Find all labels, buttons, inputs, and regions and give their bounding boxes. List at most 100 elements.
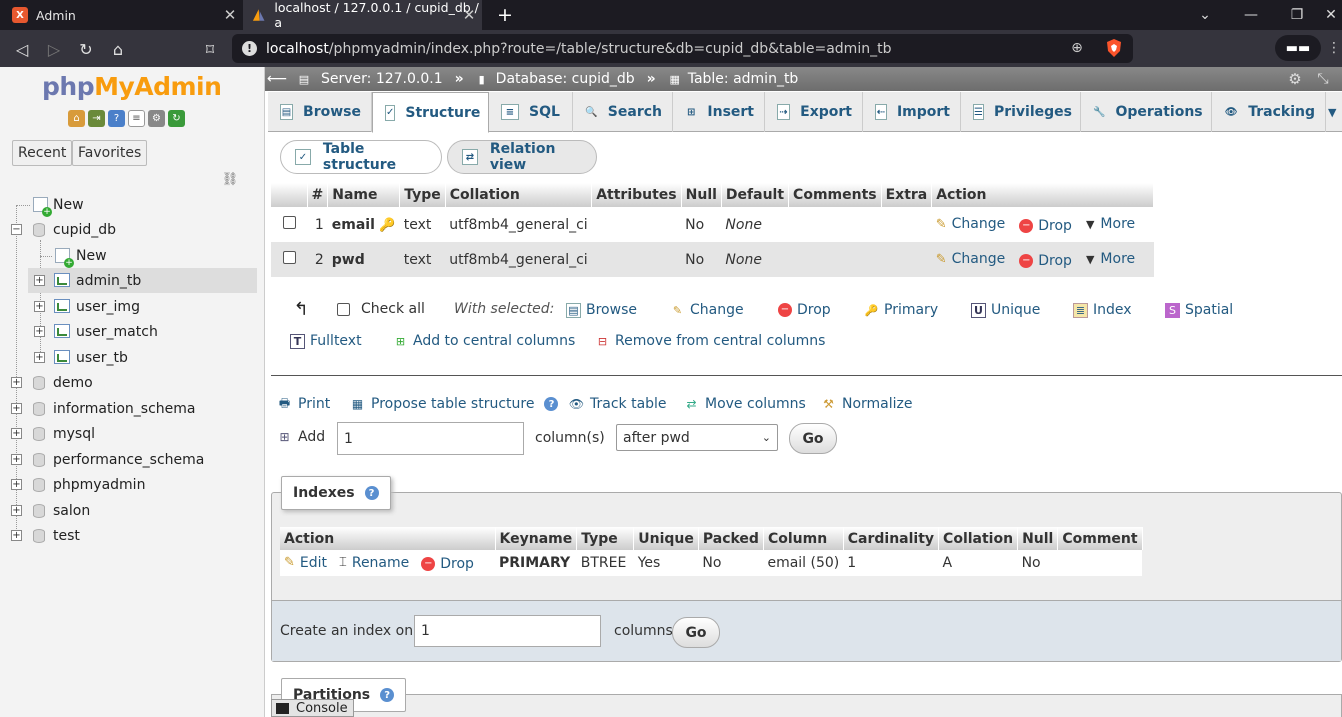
menu-icon[interactable]: ⋮	[1327, 39, 1341, 57]
tree-item-mysql[interactable]: + mysql	[0, 421, 264, 446]
home-icon[interactable]: ⌂	[68, 110, 85, 127]
expand-icon[interactable]: +	[11, 479, 22, 490]
minimize-icon[interactable]: —	[1240, 4, 1262, 26]
subtab-table-structure[interactable]: ✓ Table structure	[280, 140, 442, 174]
check-all-checkbox[interactable]	[337, 302, 350, 316]
more-link[interactable]: ▼ More	[1086, 216, 1135, 232]
tab-privileges[interactable]: ☰ Privileges	[961, 92, 1081, 132]
reload-icon[interactable]: ↻	[75, 38, 97, 60]
bookmark-icon[interactable]: ⌑	[199, 38, 221, 60]
expand-icon[interactable]: +	[11, 428, 22, 439]
change-link[interactable]: ✎ Change	[936, 251, 1006, 267]
forward-icon[interactable]: ▷	[43, 38, 65, 60]
help-icon[interactable]: ?	[108, 110, 125, 127]
column-position-select[interactable]: after pwd ⌄	[616, 424, 778, 451]
window-close-icon[interactable]: ✕	[1320, 4, 1342, 26]
tab-structure[interactable]: ✓ Structure	[372, 92, 489, 133]
drop-index-link[interactable]: − Drop	[421, 556, 474, 572]
bulk-change-button[interactable]: ✎ Change	[670, 299, 744, 321]
expand-icon[interactable]: +	[11, 403, 22, 414]
console-toggle[interactable]: Console	[271, 699, 354, 717]
help-icon[interactable]: ?	[380, 688, 395, 702]
tree-item-cupid-new[interactable]: New	[0, 243, 264, 268]
add-column-count-input[interactable]: 1	[337, 422, 524, 455]
add-central-columns-button[interactable]: ⊞ Add to central columns	[393, 330, 575, 352]
url-field[interactable]: localhost/phpmyadmin/index.php?route=/ta…	[232, 34, 1133, 63]
reload-icon[interactable]: ↻	[168, 110, 185, 127]
expand-icon[interactable]: +	[11, 377, 22, 388]
breadcrumb-database[interactable]: Database: cupid_db	[496, 71, 635, 87]
favorites-button[interactable]: Favorites	[72, 140, 148, 166]
tab-insert[interactable]: ⊞ Insert	[673, 92, 765, 132]
tree-item-user-tb[interactable]: + user_tb	[0, 345, 264, 370]
expand-icon[interactable]: +	[11, 530, 22, 541]
row-checkbox[interactable]	[282, 251, 296, 264]
tree-item-performance-schema[interactable]: + performance_schema	[0, 447, 264, 472]
add-column-go-button[interactable]: Go	[789, 423, 837, 454]
subtab-relation-view[interactable]: ⇄ Relation view	[447, 140, 597, 174]
site-info-icon[interactable]: !	[242, 41, 257, 56]
drop-link[interactable]: − Drop	[1019, 218, 1072, 234]
change-link[interactable]: ✎ Change	[936, 216, 1006, 232]
bulk-spatial-button[interactable]: S Spatial	[1165, 299, 1233, 321]
tree-item-new[interactable]: New	[0, 192, 264, 217]
browser-tab-admin[interactable]: X Admin ✕	[0, 0, 243, 30]
tree-item-test[interactable]: + test	[0, 523, 264, 548]
expand-icon[interactable]: +	[11, 454, 22, 465]
recent-button[interactable]: Recent	[12, 140, 73, 166]
bulk-unique-button[interactable]: U Unique	[971, 299, 1040, 321]
sunglasses-icon[interactable]: ▬▬	[1275, 35, 1321, 61]
tab-operations[interactable]: 🔧 Operations	[1081, 92, 1212, 132]
expand-icon[interactable]: +	[34, 275, 45, 286]
tree-item-information-schema[interactable]: + information_schema	[0, 396, 264, 421]
documentation-icon[interactable]: ≡	[128, 110, 145, 127]
tab-browse[interactable]: ▤ Browse	[268, 92, 372, 132]
bulk-browse-button[interactable]: ▤ Browse	[566, 299, 637, 321]
phpmyadmin-logo[interactable]: phpMyAdmin	[42, 72, 222, 101]
collapse-icon[interactable]: −	[11, 224, 22, 235]
column-header[interactable]: Name	[327, 183, 401, 207]
browser-tab-phpmyadmin[interactable]: localhost / 127.0.0.1 / cupid_db / a ✕	[243, 0, 482, 30]
bulk-fulltext-button[interactable]: T Fulltext	[290, 330, 362, 352]
expand-icon[interactable]: +	[11, 505, 22, 516]
move-columns-link[interactable]: ⇄ Move columns	[683, 393, 805, 415]
collapse-icon[interactable]: ⤡	[1314, 70, 1332, 88]
tree-item-user-img[interactable]: + user_img	[0, 294, 264, 319]
more-menu-toggle[interactable]: ▼	[1326, 92, 1342, 132]
chevron-down-icon[interactable]: ⌄	[1194, 4, 1216, 26]
bulk-index-button[interactable]: ≣ Index	[1073, 299, 1132, 321]
close-icon[interactable]: ✕	[221, 6, 239, 24]
print-link[interactable]: 🖶 Print	[276, 393, 330, 415]
tree-item-admin-tb[interactable]: + admin_tb	[28, 268, 257, 293]
drop-link[interactable]: − Drop	[1019, 253, 1072, 269]
restore-icon[interactable]: ❐	[1286, 4, 1308, 26]
bulk-drop-button[interactable]: − Drop	[778, 299, 831, 321]
check-all[interactable]: Check all	[337, 298, 425, 320]
normalize-link[interactable]: ⚒ Normalize	[820, 393, 912, 415]
edit-index-link[interactable]: ✎ Edit	[284, 555, 327, 571]
zoom-icon[interactable]: ⊕	[1068, 39, 1086, 57]
breadcrumb-table[interactable]: Table: admin_tb	[688, 71, 799, 87]
back-icon[interactable]: ◁	[11, 38, 33, 60]
create-index-count-input[interactable]: 1	[414, 615, 601, 647]
breadcrumb-server[interactable]: Server: 127.0.0.1	[321, 71, 443, 87]
expand-icon[interactable]: +	[34, 301, 45, 312]
tab-export[interactable]: ⇢ Export	[765, 92, 863, 132]
expand-icon[interactable]: +	[34, 326, 45, 337]
home-icon[interactable]: ⌂	[107, 38, 129, 60]
more-link[interactable]: ▼ More	[1086, 251, 1135, 267]
tab-import[interactable]: ⇠ Import	[863, 92, 961, 132]
logout-icon[interactable]: ⇥	[88, 110, 105, 127]
create-index-go-button[interactable]: Go	[672, 617, 720, 648]
brave-shield-icon[interactable]	[1104, 38, 1124, 58]
row-checkbox[interactable]	[282, 216, 296, 229]
back-arrow-icon[interactable]: ⟵	[267, 70, 287, 88]
tree-item-cupid-db[interactable]: − cupid_db	[0, 217, 264, 242]
tab-search[interactable]: 🔍 Search	[573, 92, 673, 132]
tree-item-demo[interactable]: + demo	[0, 370, 264, 395]
remove-central-columns-button[interactable]: ⊟ Remove from central columns	[595, 330, 826, 352]
tree-item-user-match[interactable]: + user_match	[0, 319, 264, 344]
rename-index-link[interactable]: ⌶ Rename	[339, 555, 409, 571]
link-icon[interactable]: ⛓	[221, 172, 239, 187]
close-icon[interactable]: ✕	[460, 6, 478, 24]
